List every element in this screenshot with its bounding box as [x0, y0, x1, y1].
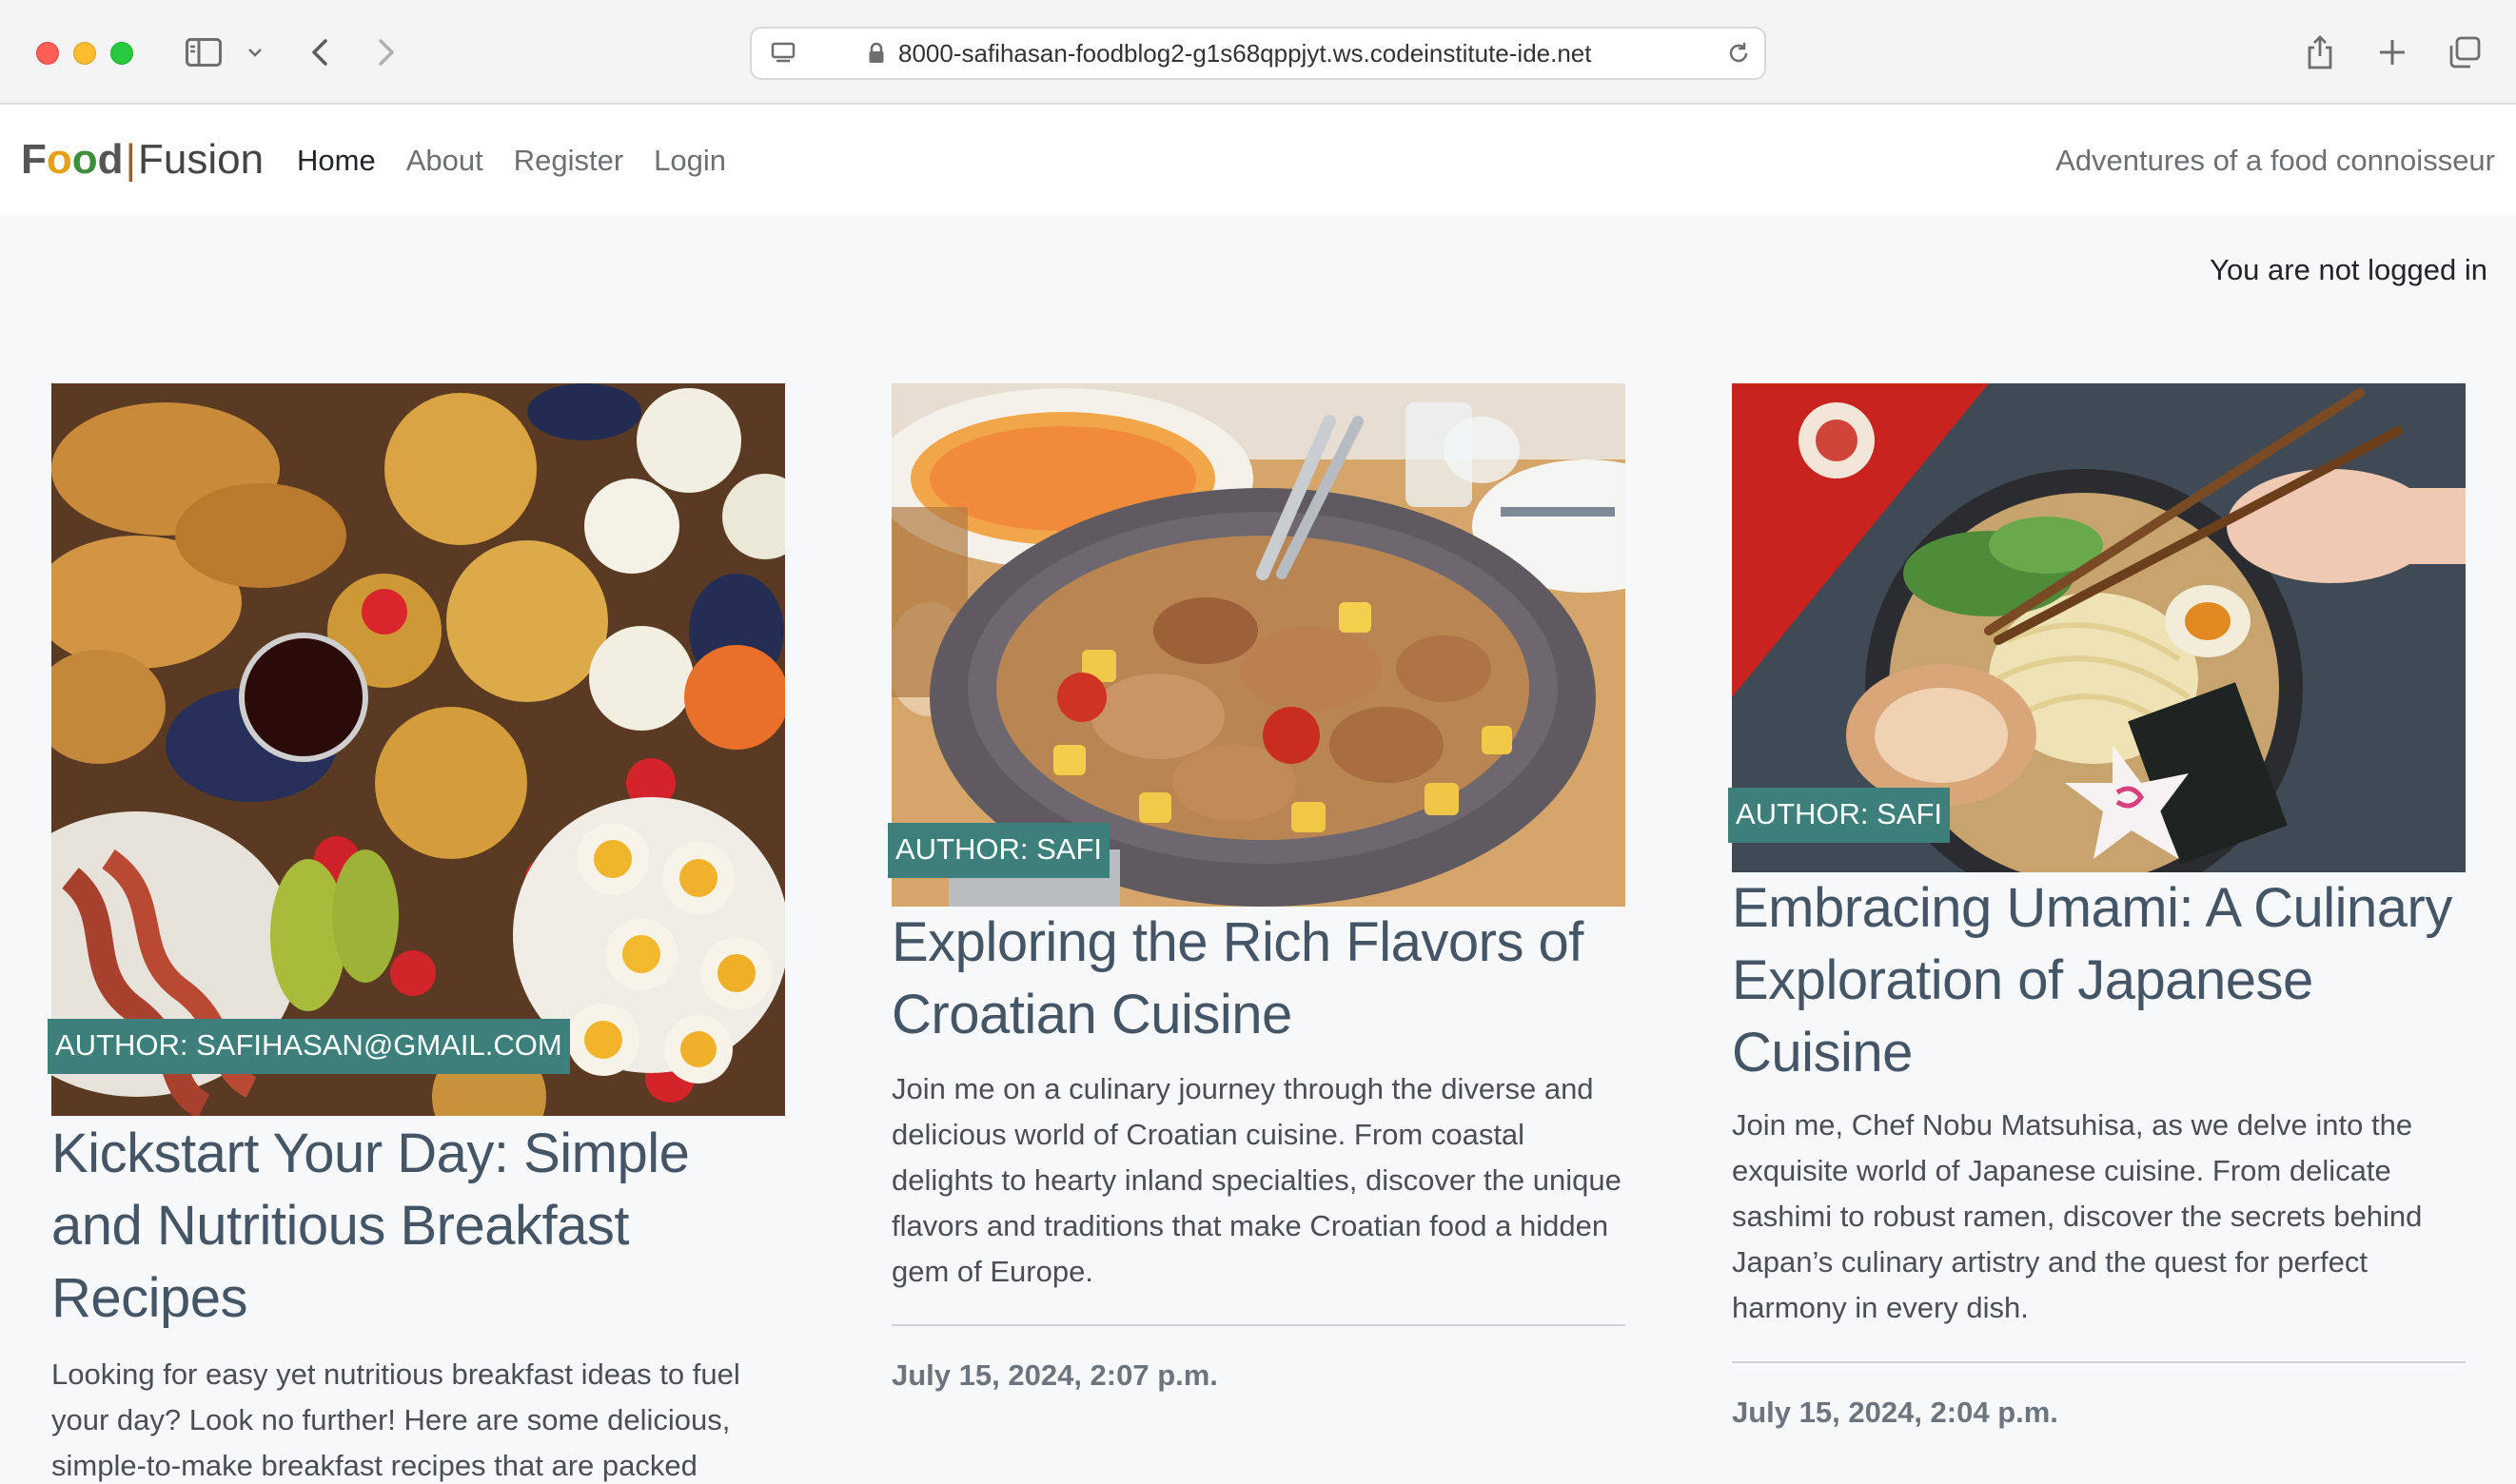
brand-logo[interactable]: Food|Fusion	[21, 133, 264, 186]
post-image-breakfast[interactable]	[51, 383, 785, 1116]
nav-link-about[interactable]: About	[406, 139, 483, 183]
card-divider	[892, 1324, 1625, 1326]
post-title[interactable]: Embracing Umami: A Culinary Exploration …	[1732, 872, 2466, 1089]
post-card-japanese[interactable]: AUTHOR: SAFI Embracing Umami: A Culinary…	[1728, 383, 2466, 1430]
nav-links: Home About Register Login	[297, 139, 726, 183]
site-tagline: Adventures of a food connoisseur	[2055, 144, 2495, 177]
browser-toolbar: 8000-safihasan-foodblog2-g1s68qppjyt.ws.…	[0, 0, 2516, 105]
brand-fusion-text: Fusion	[138, 136, 265, 183]
site-settings-icon[interactable]	[767, 34, 799, 72]
author-badge: AUTHOR: SAFI	[888, 823, 1111, 878]
nav-link-home[interactable]: Home	[297, 139, 376, 183]
nav-link-login[interactable]: Login	[654, 139, 726, 183]
brand-food-text: Food	[21, 136, 124, 183]
login-status: You are not logged in	[2210, 253, 2487, 286]
share-icon[interactable]	[2301, 30, 2339, 74]
new-tab-icon[interactable]	[2373, 30, 2411, 74]
post-date: July 15, 2024, 2:07 p.m.	[892, 1358, 1218, 1392]
address-bar[interactable]: 8000-safihasan-foodblog2-g1s68qppjyt.ws.…	[750, 27, 1766, 80]
minimize-window-button[interactable]	[73, 42, 96, 65]
post-excerpt: Looking for easy yet nutritious breakfas…	[51, 1357, 740, 1482]
nav-link-register[interactable]: Register	[514, 139, 623, 183]
post-date: July 15, 2024, 2:04 p.m.	[1732, 1396, 2058, 1429]
post-excerpt: Join me on a culinary journey through th…	[892, 1072, 1622, 1288]
author-badge: AUTHOR: SAFI	[1728, 788, 1951, 843]
post-card-croatian[interactable]: AUTHOR: SAFI Exploring the Rich Flavors …	[888, 383, 1625, 1430]
forward-icon[interactable]	[369, 30, 403, 74]
back-icon[interactable]	[303, 30, 337, 74]
reload-icon[interactable]	[1722, 34, 1755, 72]
card-divider	[1732, 1361, 2466, 1363]
close-window-button[interactable]	[36, 42, 59, 65]
post-title[interactable]: Kickstart Your Day: Simple and Nutritiou…	[51, 1118, 785, 1335]
maximize-window-button[interactable]	[110, 42, 133, 65]
author-badge: AUTHOR: SAFIHASAN@GMAIL.COM	[48, 1019, 570, 1074]
post-excerpt: Join me, Chef Nobu Matsuhisa, as we delv…	[1732, 1108, 2423, 1324]
post-title[interactable]: Exploring the Rich Flavors of Croatian C…	[892, 907, 1625, 1051]
site-navbar: Food|Fusion Home About Register Login Ad…	[0, 105, 2516, 215]
sidebar-toggle-icon[interactable]	[183, 30, 225, 74]
tab-overview-icon[interactable]	[2444, 30, 2486, 74]
post-card-breakfast[interactable]: AUTHOR: SAFIHASAN@GMAIL.COM Kickstart Yo…	[48, 383, 785, 1484]
chevron-down-icon[interactable]	[242, 30, 268, 74]
brand-separator: |	[125, 136, 136, 183]
url-text[interactable]: 8000-safihasan-foodblog2-g1s68qppjyt.ws.…	[898, 29, 1591, 78]
lock-icon	[864, 34, 889, 72]
